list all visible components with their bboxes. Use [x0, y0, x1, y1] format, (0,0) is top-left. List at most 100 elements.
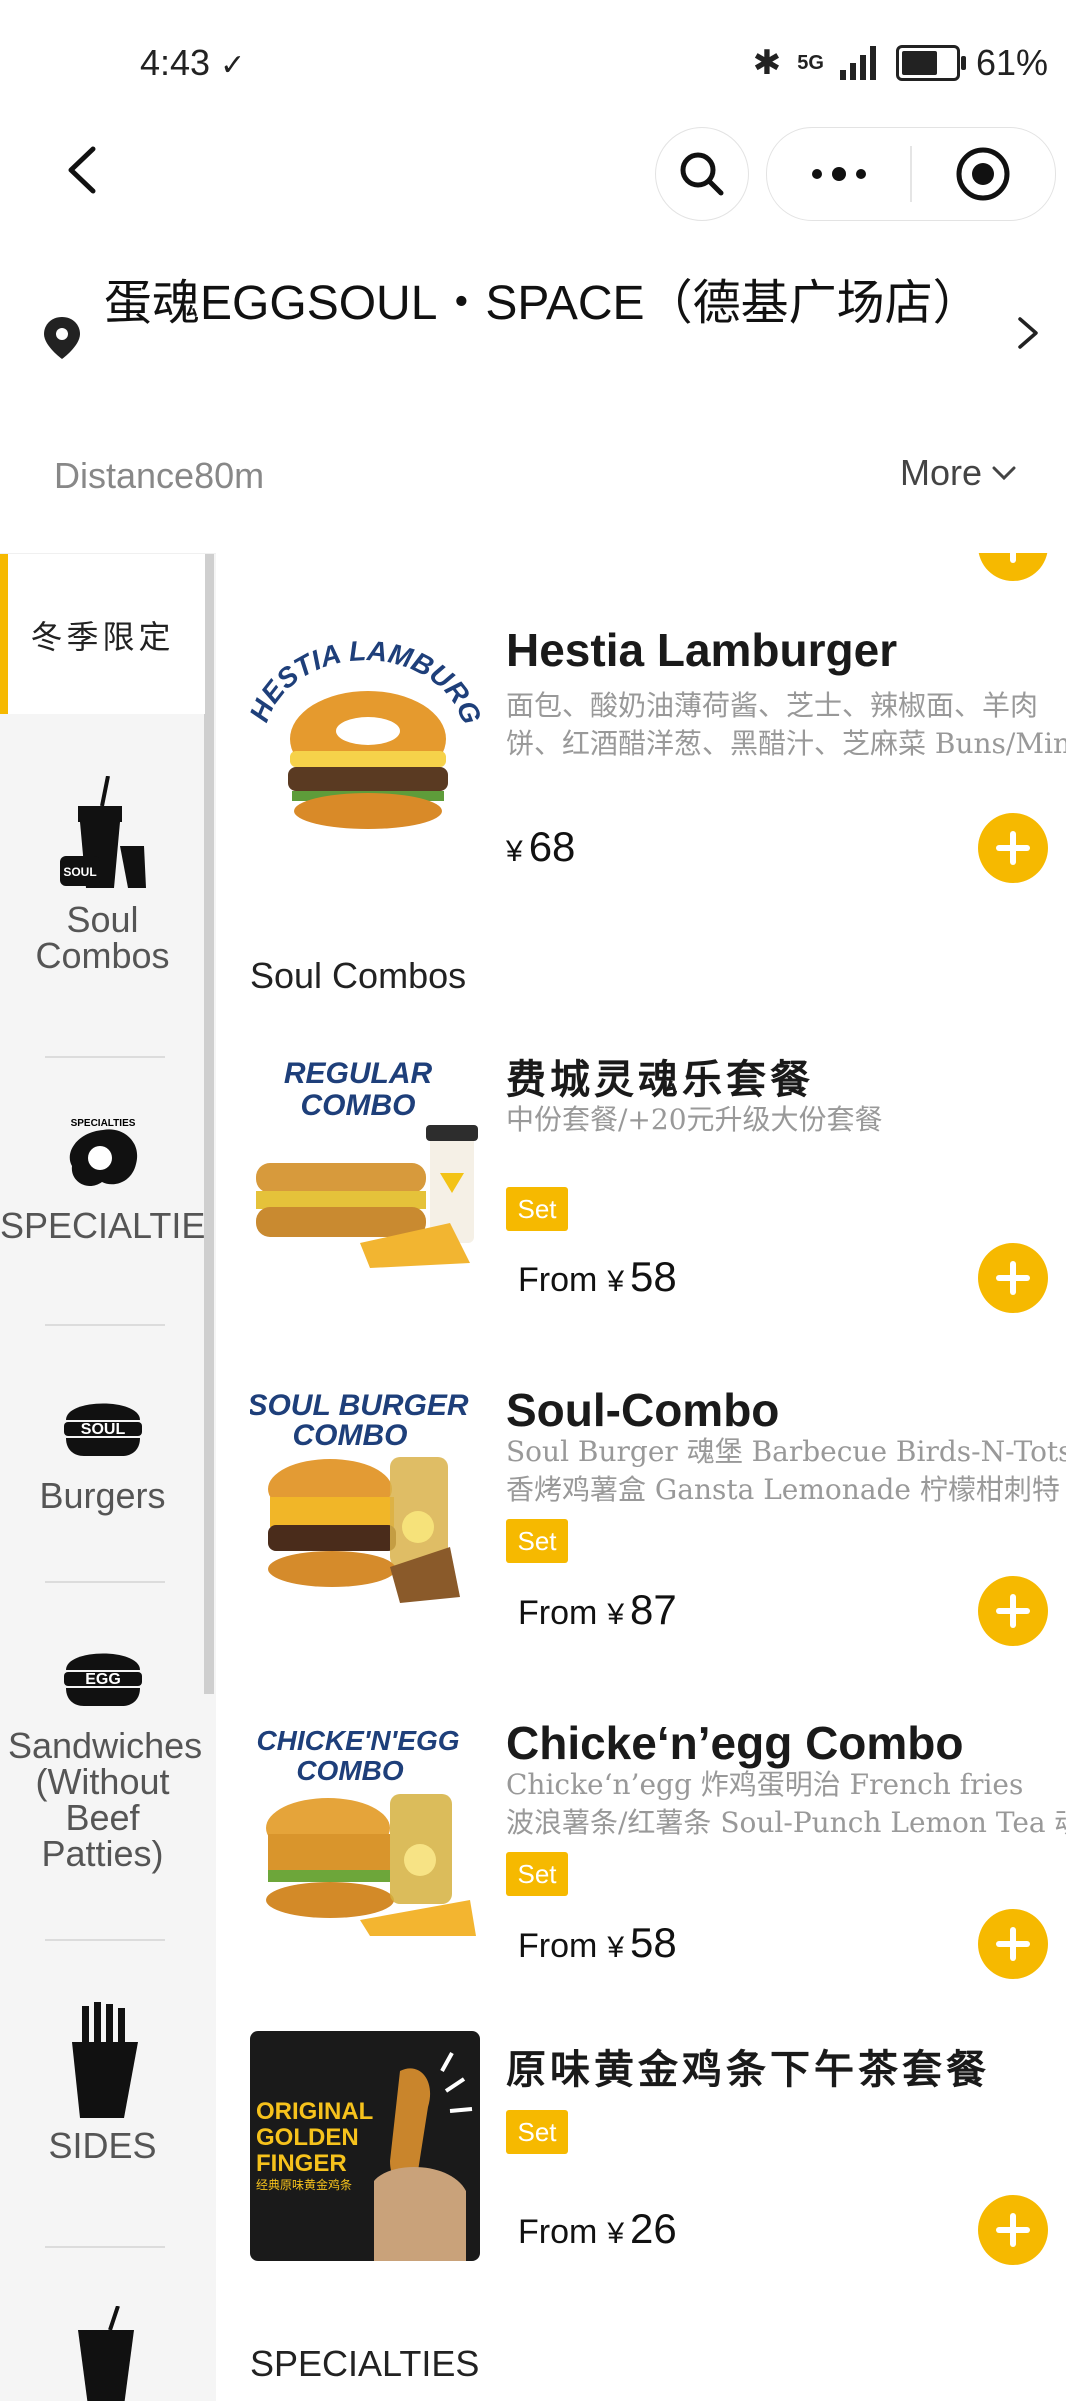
item-image: ORIGINAL GOLDEN FINGER 经典原味黄金鸡条	[250, 2031, 480, 2261]
svg-text:ORIGINAL: ORIGINAL	[256, 2098, 373, 2125]
signal-icon	[839, 46, 876, 80]
sidebar-item-soul-combos[interactable]: SOUL Soul Combos	[0, 776, 205, 974]
item-description: 面包、酸奶油薄荷酱、芝士、辣椒面、羊肉	[506, 689, 1039, 722]
item-price: From ¥26	[506, 2205, 677, 2253]
sidebar-scrollbar[interactable]	[204, 554, 214, 1694]
battery-percent: 61%	[975, 42, 1048, 83]
chevron-right-icon	[1018, 317, 1038, 349]
status-bar: 4:43 ✓ ✱ 5G 61%	[0, 0, 1080, 120]
svg-text:GOLDEN: GOLDEN	[256, 2124, 359, 2151]
svg-text:COMBO: COMBO	[296, 1755, 404, 1786]
price-value: 58	[630, 1919, 677, 1966]
price-value: 26	[630, 2205, 677, 2252]
svg-text:经典原味黄金鸡条: 经典原味黄金鸡条	[256, 2177, 352, 2192]
sidebar-divider	[45, 1056, 165, 1058]
more-dots-icon	[811, 167, 866, 181]
price-from-label: From	[518, 1261, 598, 1299]
egg-logo-icon: SPECIALTIES	[69, 1118, 137, 1187]
sidebar-divider	[45, 2246, 165, 2248]
currency-symbol: ¥	[607, 1931, 625, 1964]
currency-symbol: ¥	[607, 2217, 625, 2250]
add-button[interactable]	[978, 1576, 1048, 1646]
top-nav	[0, 120, 1080, 230]
add-button[interactable]	[978, 1909, 1048, 1979]
status-right: ✱ 5G 61%	[753, 42, 1048, 84]
svg-text:COMBO: COMBO	[301, 1089, 416, 1122]
currency-symbol: ¥	[506, 835, 523, 868]
section-title: SPECIALTIES	[250, 2343, 480, 2384]
add-button[interactable]	[978, 1243, 1048, 1313]
svg-text:SOUL BURGER: SOUL BURGER	[250, 1389, 469, 1422]
item-image: CHICKE'N'EGG COMBO	[250, 1710, 480, 1940]
sidebar-item-winter-limited[interactable]: 冬季限定	[0, 554, 205, 714]
store-header[interactable]: 蛋魂EGGSOUL・SPACE（德基广场店）	[0, 260, 1080, 410]
svg-text:SOUL: SOUL	[63, 865, 96, 879]
sidebar-item-label: SIDES	[48, 2125, 157, 2166]
egg-burger-icon: EGG	[63, 1653, 142, 1706]
svg-text:FINGER: FINGER	[256, 2150, 347, 2177]
sidebar-divider	[45, 1581, 165, 1583]
drink-cup-icon	[77, 2306, 134, 2401]
set-badge: Set	[506, 1852, 568, 1896]
more-options-button[interactable]	[767, 128, 910, 220]
miniprogram-capsule	[766, 127, 1056, 221]
search-icon	[680, 152, 724, 196]
golden-finger-photo: ORIGINAL GOLDEN FINGER 经典原味黄金鸡条	[256, 2052, 473, 2261]
item-title: Soul-Combo	[506, 1384, 780, 1436]
burger-icon: SOUL	[63, 1403, 142, 1456]
svg-text:SPECIALTIES: SPECIALTIES	[70, 1118, 135, 1129]
combo-photo: SOUL BURGER COMBO	[250, 1389, 469, 1603]
item-title: Chicke‘n’egg Combo	[506, 1717, 964, 1769]
item-title: Hestia Lamburger	[506, 624, 898, 676]
item-description: 香烤鸡薯盒 Gansta Lemonade 柠檬柑刺特	[506, 1473, 1060, 1506]
store-distance: Distance80m	[54, 455, 265, 496]
sidebar-item-sandwiches[interactable]: EGG Sandwiches (Without Beef Patties)	[0, 1634, 205, 1872]
section-title: Soul Combos	[250, 955, 467, 996]
item-description: Soul Burger 魂堡 Barbecue Birds-N-Tots	[506, 1435, 1066, 1468]
add-button[interactable]	[978, 553, 1048, 581]
add-button[interactable]	[978, 813, 1048, 883]
combo-photo: CHICKE'N'EGG COMBO	[256, 1725, 476, 1936]
sidebar-item-label: Burgers	[39, 1475, 166, 1516]
network-indicator: 5G	[797, 51, 824, 74]
store-name: 蛋魂EGGSOUL・SPACE（德基广场店）	[104, 277, 981, 330]
item-title: 费城灵魂乐套餐	[506, 1056, 814, 1103]
set-badge: Set	[506, 1519, 568, 1563]
search-button[interactable]	[655, 127, 749, 221]
item-title: 原味黄金鸡条下午茶套餐	[506, 2046, 990, 2093]
svg-text:SOUL: SOUL	[80, 1421, 125, 1438]
item-description: Chicke‘n’egg 炸鸡蛋明治 French fries	[506, 1768, 1024, 1801]
menu-list[interactable]: HESTIA LAMBURGER Hestia Lamburger 面包、酸奶油…	[216, 553, 1080, 2400]
close-miniprogram-button[interactable]	[912, 128, 1055, 220]
item-price: From ¥87	[506, 1586, 677, 1634]
item-image: REGULAR COMBO	[250, 1043, 480, 1273]
battery-icon	[895, 45, 966, 81]
sidebar-divider	[45, 1939, 165, 1941]
svg-text:EGG: EGG	[85, 1671, 121, 1688]
heart-rate-icon: ✓	[220, 49, 246, 82]
item-price: ¥68	[506, 823, 575, 871]
item-description: 饼、红酒醋洋葱、黑醋汁、芝麻菜 Buns/Mint	[506, 727, 1066, 760]
combo-photo: REGULAR COMBO	[256, 1057, 478, 1268]
more-dropdown[interactable]: More	[900, 452, 1016, 494]
svg-text:REGULAR: REGULAR	[284, 1057, 433, 1090]
sidebar-item-specialties[interactable]: SPECIALTIES SPECIALTIES	[0, 1112, 205, 1244]
target-icon	[956, 147, 1010, 201]
more-label: More	[900, 452, 983, 493]
chevron-down-icon	[992, 466, 1016, 481]
sidebar-item-sides[interactable]: SIDES	[0, 2002, 205, 2164]
chevron-left-icon	[68, 146, 96, 194]
back-button[interactable]	[52, 140, 112, 200]
add-button[interactable]	[978, 2195, 1048, 2265]
item-description: 波浪薯条/红薯条 Soul-Punch Lemon Tea 魂	[506, 1806, 1066, 1839]
category-sidebar[interactable]: 冬季限定 SOUL Soul Combos SPECIALTIES SPECIA…	[0, 553, 216, 2401]
price-value: 58	[630, 1253, 677, 1300]
sidebar-item-label: 冬季限定	[30, 618, 175, 656]
item-image: HESTIA LAMBURGER	[250, 619, 480, 849]
svg-text:CHICKE'N'EGG: CHICKE'N'EGG	[256, 1725, 459, 1756]
sidebar-item-drinks[interactable]	[0, 2306, 205, 2401]
sidebar-item-burgers[interactable]: SOUL Burgers	[0, 1384, 205, 1514]
combo-cup-icon: SOUL	[59, 776, 146, 888]
bluetooth-icon: ✱	[752, 44, 782, 82]
item-image: SOUL BURGER COMBO	[250, 1377, 480, 1607]
